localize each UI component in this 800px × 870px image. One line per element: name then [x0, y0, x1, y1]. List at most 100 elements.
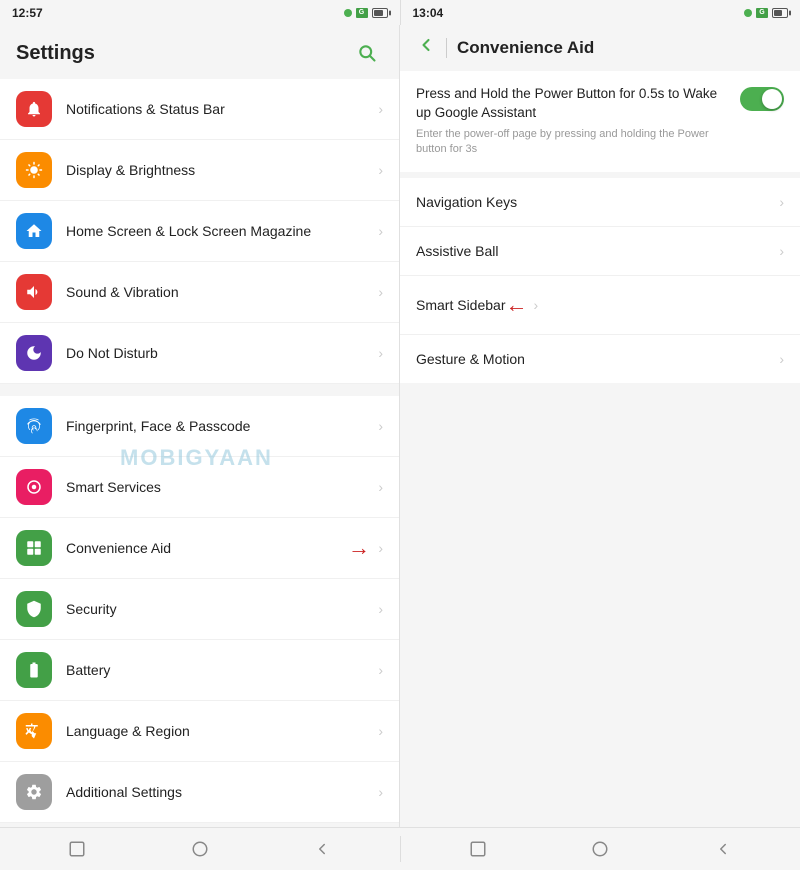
battery-icon-item	[16, 652, 52, 688]
section-divider-1	[0, 388, 399, 396]
settings-item-additional[interactable]: Additional Settings ›	[0, 762, 399, 823]
security-label: Security	[66, 600, 370, 618]
fingerprint-label: Fingerprint, Face & Passcode	[66, 417, 370, 435]
donotdisturb-arrow: ›	[378, 345, 383, 361]
menu-items-card: Navigation Keys › Assistive Ball › Smart…	[400, 178, 800, 383]
additional-icon	[16, 774, 52, 810]
right-notification-dot	[744, 9, 752, 17]
sound-label: Sound & Vibration	[66, 283, 370, 301]
settings-item-homescreen[interactable]: Home Screen & Lock Screen Magazine ›	[0, 201, 399, 262]
convenienceaid-label: Convenience Aid	[66, 539, 344, 557]
settings-item-fingerprint[interactable]: Fingerprint, Face & Passcode ›	[0, 396, 399, 457]
left-panel: Settings Notifications & Status Bar	[0, 25, 400, 827]
assistiveball-label: Assistive Ball	[416, 243, 779, 259]
right-status-icons: G	[744, 8, 788, 18]
fingerprint-icon	[16, 408, 52, 444]
header-divider	[446, 38, 447, 58]
language-arrow: ›	[378, 723, 383, 739]
power-button-title: Press and Hold the Power Button for 0.5s…	[416, 85, 728, 123]
smartservices-arrow: ›	[378, 479, 383, 495]
settings-item-donotdisturb[interactable]: Do Not Disturb ›	[0, 323, 399, 384]
right-time: 13:04	[413, 6, 444, 20]
status-bars: 12:57 G 13:04 G	[0, 0, 800, 25]
right-nav-circle-btn[interactable]	[586, 835, 614, 863]
left-header: Settings	[0, 25, 399, 79]
additional-label: Additional Settings	[66, 783, 370, 801]
settings-item-convenienceaid[interactable]: Convenience Aid ← ›	[0, 518, 399, 579]
right-menu-gesture[interactable]: Gesture & Motion ›	[400, 335, 800, 383]
settings-item-security[interactable]: Security ›	[0, 579, 399, 640]
power-button-subtitle: Enter the power-off page by pressing and…	[416, 127, 728, 158]
settings-list: Notifications & Status Bar › Display & B…	[0, 79, 399, 827]
right-menu-smartsidebar[interactable]: Smart Sidebar ← ›	[400, 276, 800, 335]
right-header: Convenience Aid	[400, 25, 800, 71]
display-arrow: ›	[378, 162, 383, 178]
settings-item-language[interactable]: Language & Region ›	[0, 701, 399, 762]
settings-item-smartservices[interactable]: Smart Services ›	[0, 457, 399, 518]
notifications-icon	[16, 91, 52, 127]
left-status-bar: 12:57 G	[0, 0, 401, 25]
settings-item-display[interactable]: Display & Brightness ›	[0, 140, 399, 201]
smartservices-label: Smart Services	[66, 478, 370, 496]
right-nav-square-btn[interactable]	[464, 835, 492, 863]
left-status-icons: G	[344, 8, 388, 18]
right-menu-navkeys[interactable]: Navigation Keys ›	[400, 178, 800, 227]
notifications-arrow: ›	[378, 101, 383, 117]
right-sim-icon: G	[756, 8, 768, 18]
left-nav-square-btn[interactable]	[63, 835, 91, 863]
settings-item-sound[interactable]: Sound & Vibration ›	[0, 262, 399, 323]
right-menu-assistiveball[interactable]: Assistive Ball ›	[400, 227, 800, 276]
homescreen-label: Home Screen & Lock Screen Magazine	[66, 222, 370, 240]
search-button[interactable]	[351, 37, 383, 69]
right-content: Press and Hold the Power Button for 0.5s…	[400, 71, 800, 827]
smartsidebar-arrow: ›	[533, 297, 538, 313]
right-battery-icon	[772, 8, 788, 18]
right-panel-title: Convenience Aid	[457, 38, 594, 58]
settings-item-battery[interactable]: Battery ›	[0, 640, 399, 701]
notifications-label: Notifications & Status Bar	[66, 100, 370, 118]
left-nav-circle-btn[interactable]	[186, 835, 214, 863]
sound-arrow: ›	[378, 284, 383, 300]
convenienceaid-annotation: ←	[348, 535, 370, 561]
assistiveball-arrow: ›	[779, 243, 784, 259]
power-button-toggle-text: Press and Hold the Power Button for 0.5s…	[416, 85, 728, 158]
display-label: Display & Brightness	[66, 161, 370, 179]
settings-section-1: Notifications & Status Bar › Display & B…	[0, 79, 399, 384]
power-button-toggle-row: Press and Hold the Power Button for 0.5s…	[416, 85, 784, 158]
homescreen-icon	[16, 213, 52, 249]
display-icon	[16, 152, 52, 188]
settings-item-notifications[interactable]: Notifications & Status Bar ›	[0, 79, 399, 140]
power-button-card: Press and Hold the Power Button for 0.5s…	[400, 71, 800, 172]
navkeys-label: Navigation Keys	[416, 194, 779, 210]
left-time: 12:57	[12, 6, 43, 20]
convenienceaid-red-arrow-icon: ←	[348, 535, 370, 561]
navkeys-arrow: ›	[779, 194, 784, 210]
smartsidebar-red-arrow-icon: ←	[505, 292, 527, 318]
convenienceaid-arrow: ›	[378, 540, 383, 556]
back-button[interactable]	[416, 35, 436, 61]
settings-section-2: Fingerprint, Face & Passcode › Smart Ser…	[0, 396, 399, 823]
left-nav-section	[0, 828, 400, 870]
right-nav-section	[401, 828, 800, 870]
security-icon	[16, 591, 52, 627]
right-panel: Convenience Aid Press and Hold the Power…	[400, 25, 800, 827]
sim-icon: G	[356, 8, 368, 18]
donotdisturb-icon	[16, 335, 52, 371]
battery-label: Battery	[66, 661, 370, 679]
gesture-label: Gesture & Motion	[416, 351, 779, 367]
smartservices-icon	[16, 469, 52, 505]
language-icon	[16, 713, 52, 749]
left-nav-back-btn[interactable]	[308, 835, 336, 863]
smartsidebar-row: Smart Sidebar ←	[416, 292, 533, 318]
right-nav-back-btn[interactable]	[709, 835, 737, 863]
power-button-toggle-switch[interactable]	[740, 87, 784, 111]
language-label: Language & Region	[66, 722, 370, 740]
fingerprint-arrow: ›	[378, 418, 383, 434]
smartsidebar-label: Smart Sidebar	[416, 297, 505, 313]
security-arrow: ›	[378, 601, 383, 617]
navigation-bar	[0, 827, 800, 870]
sound-icon	[16, 274, 52, 310]
main-content: MOBIGYAAN Settings	[0, 25, 800, 827]
battery-icon	[372, 8, 388, 18]
additional-arrow: ›	[378, 784, 383, 800]
